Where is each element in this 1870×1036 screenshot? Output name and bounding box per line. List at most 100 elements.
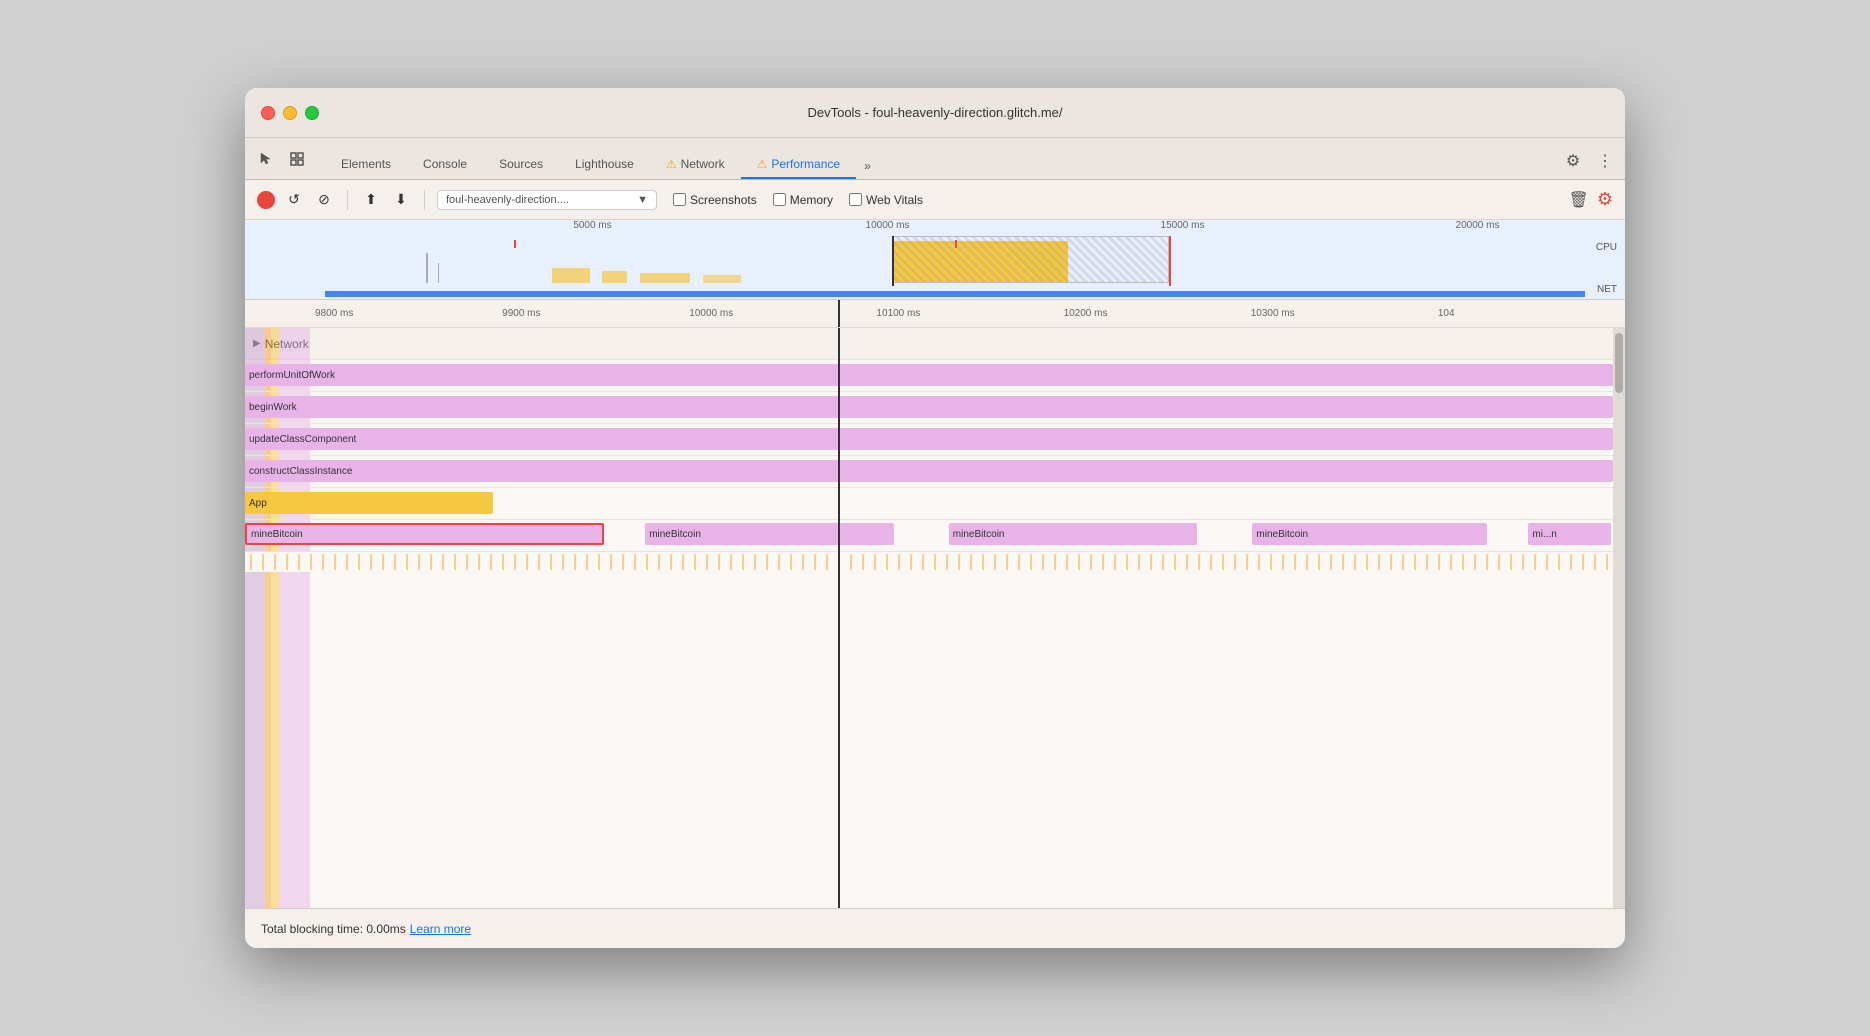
flame-row-3: constructClassInstance (245, 456, 1625, 488)
flame-bars-3: constructClassInstance (245, 456, 1625, 487)
time-ruler-labels: 9800 ms 9900 ms 10000 ms 10100 ms 10200 … (245, 308, 1625, 319)
performance-warn-icon: ⚠ (757, 157, 768, 171)
flame-bar-mineBitcoin-3[interactable]: mineBitcoin (1252, 523, 1487, 545)
flame-bar-updateClassComponent[interactable]: updateClassComponent (245, 428, 1613, 450)
flame-bar-app[interactable]: App (245, 492, 493, 514)
flame-label-updateClassComponent: updateClassComponent (249, 434, 356, 445)
flame-bar-mineBitcoin-1[interactable]: mineBitcoin (645, 523, 893, 545)
tick-marks-container (245, 552, 1613, 572)
flame-label-mineBitcoin-1: mineBitcoin (649, 529, 701, 540)
ruler-label-1: 10000 ms (740, 220, 1035, 231)
record-button[interactable] (257, 191, 275, 209)
trash-icon[interactable]: 🗑 (1569, 190, 1589, 210)
settings-icon[interactable]: ⚙ (1561, 149, 1585, 173)
red-mark-1 (514, 240, 516, 248)
title-bar: DevTools - foul-heavenly-direction.glitc… (245, 88, 1625, 138)
network-section-row[interactable]: ▶ Network (245, 328, 1625, 360)
flame-bar-mineBitcoin-0[interactable]: mineBitcoin (245, 523, 604, 545)
time-label-3: 10100 ms (876, 308, 1063, 319)
toolbar-separator-1 (347, 190, 348, 210)
clear-button[interactable]: ⊘ (313, 189, 335, 211)
flame-row-1: beginWork (245, 392, 1625, 424)
toolbar-checkboxes: Screenshots Memory Web Vitals (673, 193, 923, 207)
flame-bar-performUnitOfWork[interactable]: performUnitOfWork (245, 364, 1613, 386)
download-button[interactable]: ⬇ (390, 189, 412, 211)
tab-console[interactable]: Console (407, 151, 483, 179)
upload-button[interactable]: ⬆ (360, 189, 382, 211)
flame-bar-constructClassInstance[interactable]: constructClassInstance (245, 460, 1613, 482)
timeline-content: 9800 ms 9900 ms 10000 ms 10100 ms 10200 … (245, 300, 1625, 908)
url-text: foul-heavenly-direction.... (446, 194, 569, 206)
tab-icons (253, 147, 309, 179)
total-blocking-time-text: Total blocking time: 0.00ms (261, 922, 406, 936)
web-vitals-checkbox[interactable] (849, 193, 862, 206)
tab-network[interactable]: ⚠ Network (650, 151, 741, 179)
minimize-button[interactable] (283, 106, 297, 120)
ruler-label-2: 15000 ms (1035, 220, 1330, 231)
more-options-icon[interactable]: ⋮ (1593, 149, 1617, 173)
time-label-4: 10200 ms (1064, 308, 1251, 319)
tab-lighthouse[interactable]: Lighthouse (559, 151, 650, 179)
dropdown-chevron-icon: ▼ (637, 194, 648, 206)
toolbar: ↺ ⊘ ⬆ ⬇ foul-heavenly-direction.... ▼ Sc… (245, 180, 1625, 220)
time-label-2: 10000 ms (689, 308, 876, 319)
memory-checkbox-label[interactable]: Memory (773, 193, 833, 207)
window-title: DevTools - foul-heavenly-direction.glitc… (807, 105, 1062, 120)
bottom-bar: Total blocking time: 0.00ms Learn more (245, 908, 1625, 948)
time-label-5: 10300 ms (1251, 308, 1438, 319)
settings-red-icon[interactable]: ⚙ (1597, 189, 1613, 210)
memory-checkbox[interactable] (773, 193, 786, 206)
timeline-overview[interactable]: 5000 ms 10000 ms 15000 ms 20000 ms (245, 220, 1625, 300)
screenshots-checkbox-label[interactable]: Screenshots (673, 193, 757, 207)
flame-bar-mineBitcoin-4[interactable]: mi...n (1528, 523, 1611, 545)
maximize-button[interactable] (305, 106, 319, 120)
net-label: NET (1597, 284, 1617, 295)
time-ruler: 9800 ms 9900 ms 10000 ms 10100 ms 10200 … (245, 300, 1625, 328)
flame-chart[interactable]: ▶ Network performUnitOfWork beginWork (245, 328, 1625, 908)
flame-label-constructClassInstance: constructClassInstance (249, 466, 352, 477)
tab-network-label: Network (681, 157, 725, 171)
screenshots-checkbox[interactable] (673, 193, 686, 206)
flame-bar-beginWork[interactable]: beginWork (245, 396, 1613, 418)
tab-console-label: Console (423, 157, 467, 171)
tab-elements-label: Elements (341, 157, 391, 171)
tab-elements[interactable]: Elements (325, 151, 407, 179)
web-vitals-checkbox-label[interactable]: Web Vitals (849, 193, 923, 207)
flame-bar-mineBitcoin-2[interactable]: mineBitcoin (949, 523, 1197, 545)
time-label-0: 9800 ms (315, 308, 502, 319)
tab-sources[interactable]: Sources (483, 151, 559, 179)
cpu-label: CPU (1596, 242, 1617, 253)
scrollbar-thumb[interactable] (1615, 333, 1623, 393)
cpu-chart-area (325, 238, 1585, 283)
flame-bars-5: mineBitcoin mineBitcoin mineBitcoin mine… (245, 520, 1625, 551)
selection-right-line (1169, 236, 1171, 286)
flame-label-performUnitOfWork: performUnitOfWork (249, 370, 335, 381)
cpu-yellow-2 (602, 271, 627, 283)
tab-lighthouse-label: Lighthouse (575, 157, 634, 171)
flame-label-mineBitcoin-4: mi...n (1532, 529, 1556, 540)
tick-marks-svg (245, 554, 1613, 570)
vertical-scrollbar[interactable] (1613, 328, 1625, 908)
learn-more-link[interactable]: Learn more (410, 922, 471, 936)
tab-more[interactable]: » (856, 153, 879, 179)
cursor-icon[interactable] (253, 147, 277, 171)
flame-row-2: updateClassComponent (245, 424, 1625, 456)
reload-button[interactable]: ↺ (283, 189, 305, 211)
cpu-yellow-1 (552, 268, 590, 283)
inspect-icon[interactable] (285, 147, 309, 171)
net-bar (325, 291, 1585, 297)
url-selector[interactable]: foul-heavenly-direction.... ▼ (437, 190, 657, 210)
tab-performance[interactable]: ⚠ Performance (741, 151, 856, 179)
flame-label-mineBitcoin-2: mineBitcoin (953, 529, 1005, 540)
flame-row-5: mineBitcoin mineBitcoin mineBitcoin mine… (245, 520, 1625, 552)
hatch-pattern (892, 236, 1169, 283)
close-button[interactable] (261, 106, 275, 120)
flame-label-mineBitcoin-3: mineBitcoin (1256, 529, 1308, 540)
selection-left-line (892, 236, 894, 286)
traffic-lights (261, 106, 319, 120)
tabs-right: ⚙ ⋮ (1561, 149, 1617, 179)
time-label-1: 9900 ms (502, 308, 689, 319)
toolbar-separator-2 (424, 190, 425, 210)
tab-sources-label: Sources (499, 157, 543, 171)
devtools-window: DevTools - foul-heavenly-direction.glitc… (245, 88, 1625, 948)
